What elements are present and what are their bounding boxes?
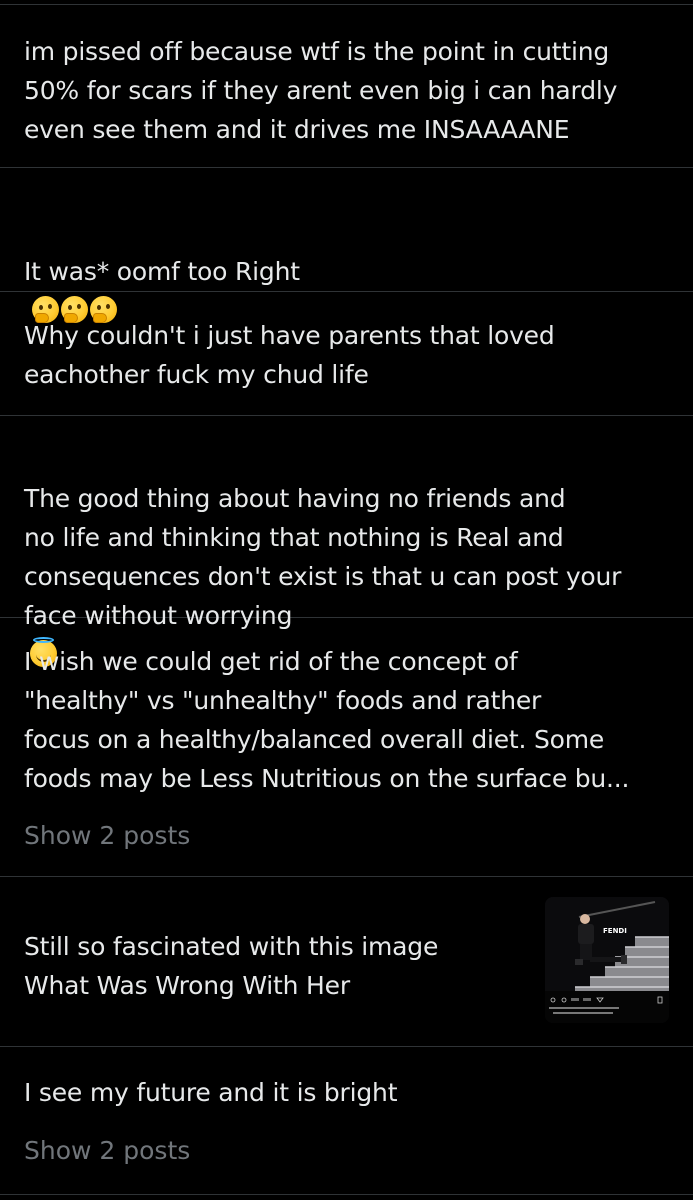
show-more-link[interactable]: Show 2 posts	[24, 818, 190, 854]
post-image-thumbnail[interactable]: FENDI	[545, 897, 669, 1023]
post-text: I wish we could get rid of the concept o…	[24, 647, 630, 793]
post-item[interactable]: I wish we could get rid of the concept o…	[0, 618, 693, 877]
post-text-content: It was* oomf too Right	[24, 257, 300, 286]
post-item[interactable]: I see my future and it is bright Show 2 …	[0, 1047, 693, 1195]
post-text: im pissed off because wtf is the point i…	[24, 37, 618, 144]
post-text: Still so fascinated with this image What…	[24, 932, 439, 1000]
post-item[interactable]: The good thing about having no friends a…	[0, 416, 693, 667]
svg-text:FENDI: FENDI	[603, 927, 627, 935]
show-more-link[interactable]: Show 2 posts	[24, 1133, 190, 1169]
post-item[interactable]: It was* oomf too Right	[0, 168, 693, 323]
post-text-content: The good thing about having no friends a…	[24, 484, 622, 630]
post-item[interactable]: Why couldn't i just have parents that lo…	[0, 292, 693, 416]
post-text: I see my future and it is bright	[24, 1078, 398, 1107]
post-text: Why couldn't i just have parents that lo…	[24, 321, 555, 389]
post-item[interactable]: im pissed off because wtf is the point i…	[0, 5, 693, 168]
photo-thumbnail-icon: FENDI	[545, 897, 669, 1023]
